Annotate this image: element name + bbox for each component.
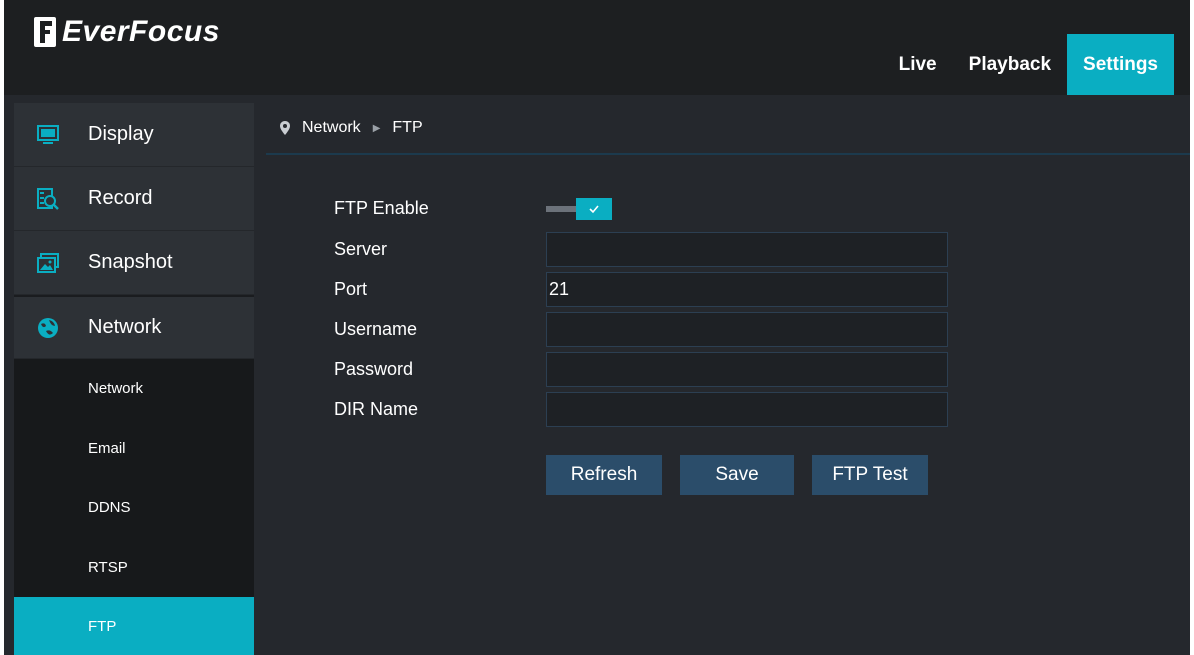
everfocus-logo-icon xyxy=(34,17,56,47)
breadcrumb-current: FTP xyxy=(392,119,423,136)
port-label: Port xyxy=(334,278,368,299)
app-window: EverFocus Live Playback Settings Display xyxy=(4,0,1190,655)
username-label: Username xyxy=(334,318,418,339)
toggle-track xyxy=(546,206,580,212)
top-nav: Live Playback Settings xyxy=(883,34,1174,95)
tab-live[interactable]: Live xyxy=(883,34,953,95)
sidebar-item-display[interactable]: Display xyxy=(14,103,254,167)
ftp-enable-label: FTP Enable xyxy=(334,197,429,218)
sidebar-subitem-email[interactable]: Email xyxy=(14,418,254,478)
tab-playback[interactable]: Playback xyxy=(953,34,1067,95)
location-pin-icon xyxy=(280,121,290,135)
display-icon xyxy=(34,124,62,145)
save-button[interactable]: Save xyxy=(680,455,794,495)
record-icon xyxy=(34,187,62,210)
sidebar-item-label: Record xyxy=(88,187,153,209)
sidebar-item-record[interactable]: Record xyxy=(14,167,254,231)
sidebar-subitem-ftp[interactable]: FTP xyxy=(14,597,254,655)
checkmark-icon xyxy=(576,198,612,220)
port-row: Port 21 xyxy=(334,271,1034,307)
ftp-enable-row: FTP Enable xyxy=(334,190,1034,226)
sidebar: Display Record Snapshot Network Network … xyxy=(14,103,254,655)
server-input[interactable] xyxy=(546,231,948,267)
port-input[interactable]: 21 xyxy=(546,271,948,307)
server-label: Server xyxy=(334,238,388,259)
network-globe-icon xyxy=(34,317,62,339)
dir-name-row: DIR Name xyxy=(334,391,1034,427)
ftp-test-button[interactable]: FTP Test xyxy=(812,455,928,495)
breadcrumb: Network ▶ FTP xyxy=(266,103,1190,155)
sidebar-subitem-rtsp[interactable]: RTSP xyxy=(14,537,254,597)
brand-logo: EverFocus xyxy=(34,12,220,52)
password-input[interactable] xyxy=(546,351,948,387)
sidebar-item-label: Display xyxy=(88,123,154,145)
sidebar-subitem-network[interactable]: Network xyxy=(14,359,254,419)
dir-name-label: DIR Name xyxy=(334,398,419,419)
password-row: Password xyxy=(334,351,1034,387)
password-label: Password xyxy=(334,358,414,379)
sidebar-item-snapshot[interactable]: Snapshot xyxy=(14,231,254,295)
username-input[interactable] xyxy=(546,311,948,347)
refresh-button[interactable]: Refresh xyxy=(546,455,662,495)
server-row: Server xyxy=(334,231,1034,267)
sidebar-item-label: Network xyxy=(88,316,162,338)
brand-name: EverFocus xyxy=(62,15,220,48)
main-content: Network ▶ FTP FTP Enable Server Port 21 … xyxy=(266,103,1190,655)
breadcrumb-arrow-icon: ▶ xyxy=(372,122,381,134)
sidebar-item-label: Snapshot xyxy=(88,251,173,273)
snapshot-icon xyxy=(34,252,62,273)
tab-settings[interactable]: Settings xyxy=(1067,34,1174,95)
top-header: EverFocus Live Playback Settings xyxy=(4,0,1190,95)
breadcrumb-parent[interactable]: Network xyxy=(302,119,361,137)
sidebar-item-network[interactable]: Network xyxy=(14,295,254,359)
ftp-enable-toggle[interactable] xyxy=(546,198,612,220)
sidebar-subitem-ddns[interactable]: DDNS xyxy=(14,478,254,538)
dir-name-input[interactable] xyxy=(546,391,948,427)
username-row: Username xyxy=(334,311,1034,347)
